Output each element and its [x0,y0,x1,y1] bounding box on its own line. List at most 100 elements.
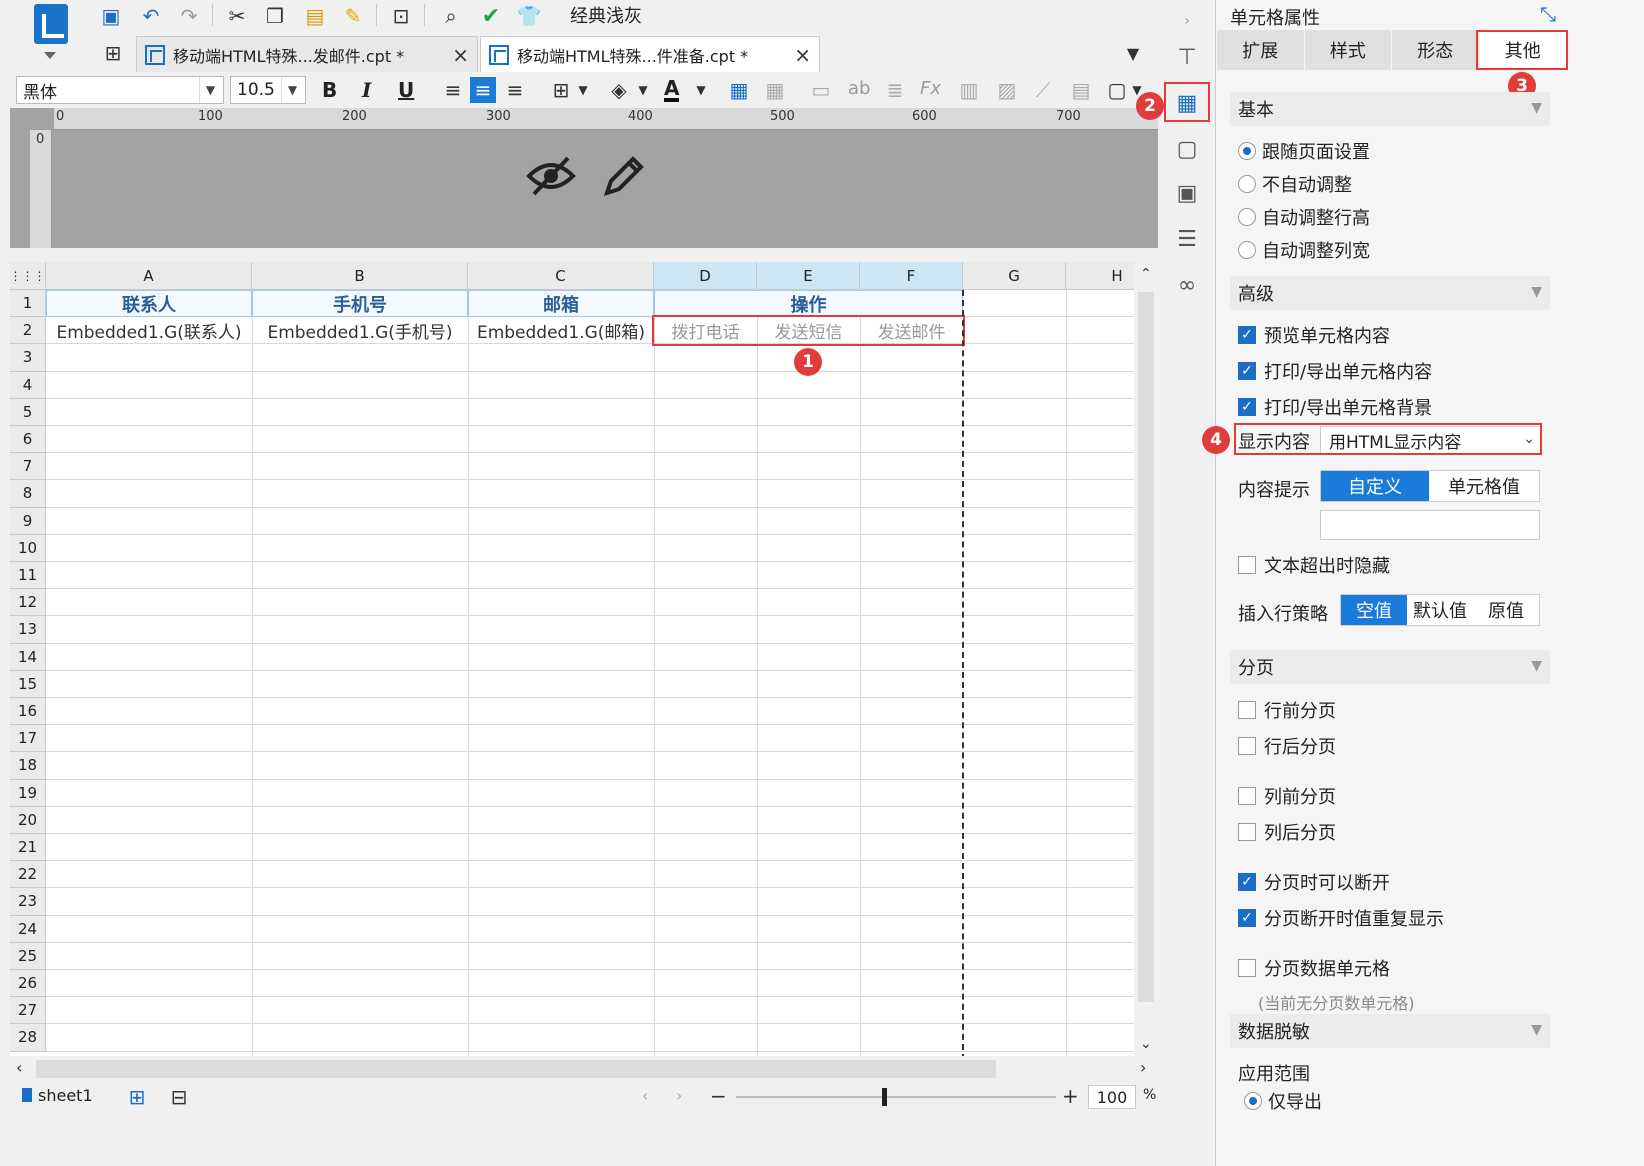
align-center-icon[interactable]: ≡ [470,77,496,103]
cut-icon[interactable]: ✂ [224,3,250,29]
preview-search-icon[interactable]: ⌕ [438,3,464,29]
scrollbar-thumb[interactable] [36,1060,996,1078]
zoom-slider-track[interactable] [736,1096,1056,1098]
align-left-icon[interactable]: ≡ [440,77,466,103]
zoom-slider-handle[interactable] [882,1088,887,1106]
template-icon[interactable]: ⊡ [388,3,414,29]
column-header[interactable]: G [963,262,1066,290]
row-header[interactable]: 5 [10,398,46,426]
formula-icon[interactable]: Fx [920,78,941,99]
chevron-down-icon[interactable]: ▼ [688,77,714,103]
checkbox[interactable]: ✓ [1238,909,1256,927]
insert-original-option[interactable]: 原值 [1473,595,1539,625]
cell-element-icon[interactable]: ▢ [1172,134,1202,164]
insert-cell-icon[interactable]: ▦ [726,77,752,103]
chevron-down-icon[interactable]: ▼ [570,77,596,103]
subreport-icon[interactable]: ▤ [1068,77,1094,103]
row-header[interactable]: 7 [10,453,46,481]
format-brush-icon[interactable]: ✎ [340,3,366,29]
check-text-overflow-hide[interactable]: 文本超出时隐藏 [1238,552,1390,578]
checkbox[interactable] [1238,701,1256,719]
column-header[interactable]: C [468,262,654,290]
row-header[interactable]: 4 [10,371,46,399]
spreadsheet-grid[interactable]: ⋮⋮⋮ A B C D E F G H 1 2 3 4 5 6 7 8 9 10 11 12 13 14 1… [10,262,1134,1056]
check-print-background[interactable]: ✓ 打印/导出单元格背景 [1238,394,1432,420]
check-break-after-row[interactable]: 行后分页 [1238,733,1336,759]
tab-menu-icon[interactable]: ▼ [1120,40,1146,66]
slash-icon[interactable]: ⟋ [1030,77,1056,103]
check-icon[interactable]: ✔ [478,3,504,29]
add-sheet-icon[interactable]: ⊞ [124,1084,150,1110]
template-properties-icon[interactable]: ⊤ [1172,42,1202,72]
tip-custom-option[interactable]: 自定义 [1321,471,1429,501]
check-preview-content[interactable]: ✓ 预览单元格内容 [1238,322,1390,348]
checkbox[interactable] [1238,823,1256,841]
row-header[interactable]: 13 [10,616,46,644]
tab-expand[interactable]: 扩展 [1217,30,1305,70]
row-header[interactable]: 17 [10,725,46,753]
fill-color-icon[interactable]: ◈ [606,77,632,103]
radio-auto-row-height[interactable]: 自动调整行高 [1238,204,1370,230]
checkbox[interactable] [1238,556,1256,574]
save-icon[interactable]: ▣ [98,3,124,29]
row-header[interactable]: 1 [10,290,46,318]
cell-a2[interactable]: Embedded1.G(联系人) [46,317,252,344]
check-repeat-on-break[interactable]: ✓ 分页断开时值重复显示 [1238,905,1444,931]
scrollbar-thumb[interactable] [1138,292,1154,1002]
underline-button[interactable]: U [398,78,414,102]
condition-attribute-icon[interactable]: ☰ [1172,224,1202,254]
vertical-scrollbar[interactable]: ⌃ ⌄ [1134,262,1158,1056]
zoom-out-button[interactable]: − [710,1084,727,1108]
cell-c2[interactable]: Embedded1.G(邮箱) [468,317,654,344]
chevron-left-icon[interactable]: ‹ [16,1058,22,1077]
check-break-before-col[interactable]: 列前分页 [1238,783,1336,809]
add-poly-sheet-icon[interactable]: ⊟ [166,1084,192,1110]
radio-follow-page[interactable]: 跟随页面设置 [1238,138,1370,164]
row-header[interactable]: 8 [10,480,46,508]
paste-icon[interactable]: ▤ [302,3,328,29]
column-header[interactable]: E [757,262,860,290]
expand-arrow-icon[interactable]: › [1172,6,1202,36]
column-header[interactable]: H [1066,262,1134,290]
section-advanced[interactable]: 高级 ▼ [1230,276,1550,310]
theme-shirt-icon[interactable]: 👕 [516,3,542,29]
font-color-button[interactable]: A [664,78,680,102]
tab-document-1[interactable]: 移动端HTML特殊...发邮件.cpt * × [136,36,478,72]
zoom-input[interactable]: 100 [1088,1085,1136,1109]
checkbox[interactable]: ✓ [1238,326,1256,344]
content-tip-input[interactable] [1320,510,1540,540]
collapse-icon[interactable]: ⤡ [1540,2,1556,26]
paragraph-icon[interactable]: ≣ [882,77,908,103]
chevron-down-icon[interactable]: ⌄ [1140,1036,1152,1052]
eye-off-icon[interactable] [525,150,577,202]
horizontal-scrollbar[interactable]: ‹ › [10,1056,1158,1082]
chevron-left-icon[interactable]: ‹ [642,1086,648,1105]
radio-button[interactable] [1238,241,1256,259]
align-right-icon[interactable]: ≡ [502,77,528,103]
radio-button[interactable] [1238,142,1256,160]
widget-settings-icon[interactable]: ▣ [1172,178,1202,208]
row-header[interactable]: 28 [10,1024,46,1052]
checkbox[interactable]: ✓ [1238,362,1256,380]
close-icon[interactable]: × [452,43,469,67]
row-header[interactable]: 10 [10,534,46,562]
cell-c1[interactable]: 邮箱 [468,290,654,317]
select-all-corner[interactable]: ⋮⋮⋮ [10,262,46,290]
section-data-mask[interactable]: 数据脱敏 ▼ [1230,1014,1550,1048]
row-header[interactable]: 18 [10,752,46,780]
row-header[interactable]: 11 [10,562,46,590]
check-allow-break[interactable]: ✓ 分页时可以断开 [1238,869,1390,895]
checkbox[interactable] [1238,737,1256,755]
insert-default-option[interactable]: 默认值 [1407,595,1473,625]
section-paging[interactable]: 分页 ▼ [1230,650,1550,684]
row-header[interactable]: 25 [10,942,46,970]
redo-icon[interactable]: ↷ [176,3,202,29]
row-header[interactable]: 16 [10,698,46,726]
check-break-before-row[interactable]: 行前分页 [1238,697,1336,723]
column-header[interactable]: D [654,262,757,290]
copy-icon[interactable]: ❐ [262,3,288,29]
theme-label[interactable]: 经典浅灰 [570,2,642,28]
app-logo[interactable] [20,0,80,70]
row-header[interactable]: 6 [10,426,46,454]
row-header[interactable]: 24 [10,915,46,943]
